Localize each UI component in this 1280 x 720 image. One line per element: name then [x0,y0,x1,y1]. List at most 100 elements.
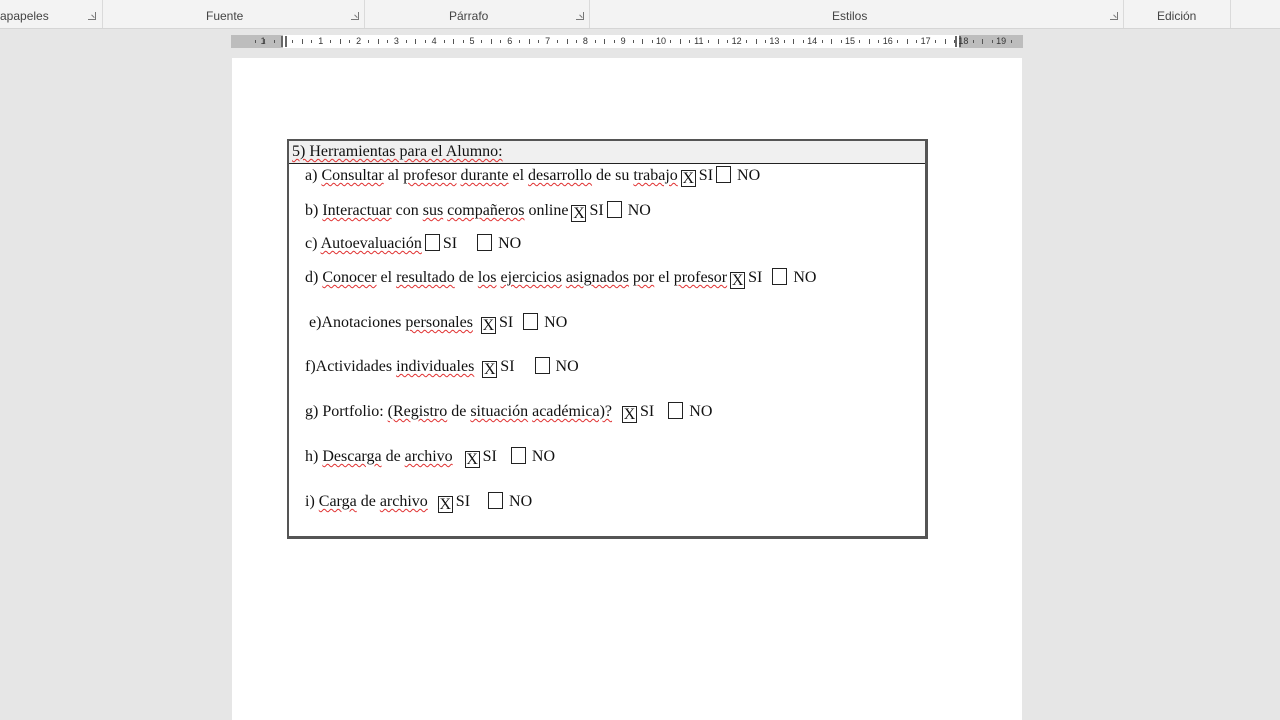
ruler-number: 16 [882,36,893,46]
no-checkbox[interactable] [488,492,504,509]
dialog-launcher-icon[interactable] [351,12,359,20]
si-checkbox[interactable]: X [730,272,746,289]
ruler-tick [349,40,351,43]
checklist-item: c) Autoevaluación SI NO [305,234,521,253]
ruler-number: 5 [469,36,475,46]
ruler-tick [557,40,559,43]
si-label: SI [482,448,497,465]
ruler-tick [953,40,955,43]
ruler-tick [689,40,691,43]
ribbon-group-portapapeles: apapeles [0,0,103,28]
ruler-number: 8 [582,36,588,46]
document-page[interactable]: 5) Herramientas para el Alumno: a) Consu… [232,58,1022,720]
ruler-number: 13 [769,36,780,46]
no-checkbox[interactable] [668,402,684,419]
no-checkbox[interactable] [772,268,788,285]
ruler-tick [755,39,757,44]
no-label: NO [737,167,761,184]
si-checkbox[interactable]: X [437,496,453,513]
ruler-tick [1010,40,1012,43]
ruler-tick [840,40,842,43]
no-checkbox[interactable] [510,447,526,464]
ruler-tick [897,40,899,43]
ruler-tick [424,40,426,43]
si-checkbox[interactable]: X [480,317,496,334]
section-header: 5) Herramientas para el Alumno: [289,141,925,164]
checklist-item: d) Conocer el resultado de los ejercicio… [305,268,816,289]
ruler-tick [783,40,785,43]
horizontal-ruler[interactable]: 112345678910111213141516171819 [231,35,1023,48]
ruler-number: 3 [393,36,399,46]
ruler-tick [415,39,417,44]
ruler-tick [859,40,861,43]
ruler-tick [594,40,596,43]
checklist-item-label: d) Conocer el resultado de los ejercicio… [305,269,728,286]
ruler-tick [386,40,388,43]
si-label: SI [442,235,458,252]
ruler-number: 12 [731,36,742,46]
ruler-tick [301,39,303,44]
ruler-number: 6 [507,36,513,46]
dialog-launcher-icon[interactable] [88,12,96,20]
dialog-launcher-icon[interactable] [1110,12,1118,20]
no-label: NO [509,493,533,510]
ruler-tick [292,40,294,43]
si-checkbox[interactable]: X [482,361,498,378]
no-checkbox[interactable] [606,201,622,218]
ruler-tick [604,39,606,44]
checklist-item: g) Portfolio: (Registro de situación aca… [305,402,712,423]
checklist-item: h) Descarga de archivo X SI NO [305,447,555,468]
si-checkbox[interactable]: X [571,205,587,222]
si-label: SI [698,167,714,184]
no-checkbox[interactable] [716,166,732,183]
ruler-tick [670,40,672,43]
no-checkbox[interactable] [534,357,550,374]
checklist-item: b) Interactuar con sus compañeros online… [305,201,651,222]
ruler-tick [982,39,984,44]
indent-marker-icon[interactable] [281,36,287,47]
ruler-number: 19 [996,36,1007,46]
si-label: SI [498,314,514,331]
si-label: SI [589,202,604,219]
ruler-tick [651,40,653,43]
ruler-tick [868,39,870,44]
si-checkbox[interactable]: X [464,451,480,468]
ruler-tick [613,40,615,43]
ruler-tick [575,40,577,43]
si-checkbox[interactable]: X [680,170,696,187]
si-checkbox[interactable] [424,234,440,251]
ruler-tick [972,40,974,43]
ribbon-group-label: Estilos [832,9,868,23]
ruler-tick [481,40,483,43]
ruler-tick [935,40,937,43]
no-checkbox[interactable] [477,234,493,251]
ruler-tick [538,40,540,43]
no-label: NO [793,269,817,286]
ruler-left-margin [231,35,283,48]
checklist-item-label: b) Interactuar con sus compañeros online [305,202,569,219]
no-label: NO [627,202,651,219]
ruler-tick [642,39,644,44]
si-label: SI [640,403,655,420]
checklist-item-label: e)Anotaciones personales [309,314,473,331]
si-label: SI [455,493,471,510]
ruler-number: 4 [431,36,437,46]
ruler-tick [991,40,993,43]
ruler-tick [916,40,918,43]
ruler-tick [264,39,266,44]
ruler-tick [831,39,833,44]
ribbon-group-parrafo: Párrafo [365,0,590,28]
ruler-tick [443,40,445,43]
dialog-launcher-icon[interactable] [576,12,584,20]
no-label: NO [544,314,568,331]
checklist-item-label: i) Carga de archivo [305,493,428,510]
ruler-tick [405,40,407,43]
no-checkbox[interactable] [523,313,539,330]
checklist-item: i) Carga de archivo X SI NO [305,492,532,513]
checklist-item: a) Consultar al profesor durante el desa… [305,166,760,187]
ruler-number: 14 [807,36,818,46]
ribbon-group-estilos: Estilos [590,0,1124,28]
ruler-number: 7 [545,36,551,46]
si-checkbox[interactable]: X [622,406,638,423]
checklist-item: e)Anotaciones personales X SI NO [309,313,567,334]
